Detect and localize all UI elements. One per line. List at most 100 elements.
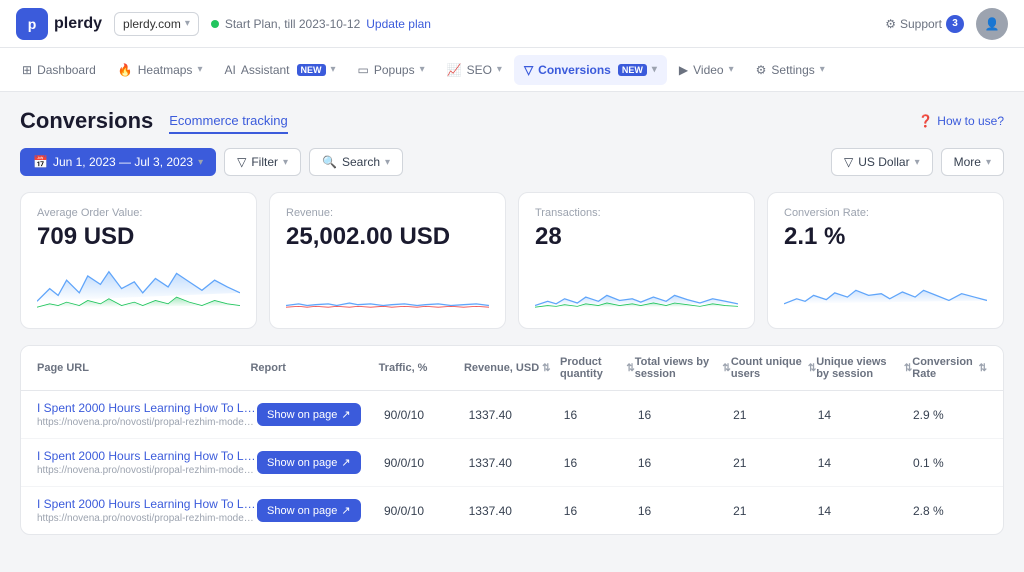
th-unique-users[interactable]: Count unique users ⇅ [731, 356, 816, 380]
topbar-right: ⚙ Support 3 👤 [885, 8, 1008, 40]
search-icon: 🔍 [322, 155, 337, 169]
product-qty-cell-1: 16 [564, 456, 638, 470]
external-link-icon-1: ↗ [341, 456, 350, 469]
main-content: Conversions Ecommerce tracking ❓ How to … [0, 92, 1024, 551]
filter-right-group: ▽ US Dollar ▾ More ▾ [831, 148, 1004, 176]
url-title-2[interactable]: I Spent 2000 Hours Learning How To Learn… [37, 497, 257, 511]
heatmaps-icon: 🔥 [118, 63, 133, 77]
stat-value-transactions: 28 [535, 223, 738, 251]
show-on-page-button-1[interactable]: Show on page ↗ [257, 451, 361, 474]
currency-icon: ▽ [844, 155, 853, 169]
search-button[interactable]: 🔍 Search ▾ [309, 148, 403, 176]
external-link-icon-2: ↗ [341, 504, 350, 517]
stat-label-transactions: Transactions: [535, 207, 738, 219]
settings-chevron-icon: ▾ [820, 64, 825, 75]
url-title-0[interactable]: I Spent 2000 Hours Learning How To Learn… [37, 401, 257, 415]
more-label: More [954, 155, 981, 169]
stat-value-aov: 709 USD [37, 223, 240, 251]
report-cell-0: Show on page ↗ [257, 403, 384, 426]
nav-label-seo: SEO [467, 63, 492, 77]
more-chevron-icon: ▾ [986, 157, 991, 168]
nav-item-conversions[interactable]: ▽ Conversions NEW ▾ [514, 55, 667, 85]
logo-text: plerdy [54, 15, 102, 33]
stat-card-revenue: Revenue: 25,002.00 USD [269, 192, 506, 329]
calendar-icon: 📅 [33, 155, 48, 169]
chart-revenue [286, 259, 489, 314]
nav-item-settings[interactable]: ⚙ Settings ▾ [746, 55, 835, 85]
page-tab-ecommerce[interactable]: Ecommerce tracking [169, 109, 287, 134]
product-qty-cell-0: 16 [564, 408, 638, 422]
th-revenue[interactable]: Revenue, USD ⇅ [464, 356, 560, 380]
more-button[interactable]: More ▾ [941, 148, 1004, 176]
date-range-button[interactable]: 📅 Jun 1, 2023 — Jul 3, 2023 ▾ [20, 148, 216, 176]
support-button[interactable]: ⚙ Support 3 [885, 15, 964, 33]
url-cell-1: I Spent 2000 Hours Learning How To Learn… [37, 449, 257, 476]
stat-card-aov: Average Order Value: 709 USD [20, 192, 257, 329]
assistant-new-badge: NEW [297, 64, 326, 76]
show-on-page-button-0[interactable]: Show on page ↗ [257, 403, 361, 426]
url-path-2: https://novena.pro/novosti/propal-rezhim… [37, 513, 257, 524]
th-revenue-label: Revenue, USD [464, 362, 539, 374]
th-conversion-rate-label: Conversion Rate [912, 356, 975, 380]
update-plan-link[interactable]: Update plan [366, 17, 431, 31]
stat-value-cr: 2.1 % [784, 223, 987, 251]
th-traffic-label: Traffic, % [379, 362, 428, 374]
conversions-chevron-icon: ▾ [652, 64, 657, 75]
page-header: Conversions Ecommerce tracking ❓ How to … [20, 108, 1004, 134]
th-total-views-label: Total views by session [635, 356, 720, 380]
table-header: Page URL Report Traffic, % Revenue, USD … [21, 346, 1003, 391]
stat-value-revenue: 25,002.00 USD [286, 223, 489, 251]
nav-item-assistant[interactable]: AI Assistant NEW ▾ [214, 55, 345, 85]
report-cell-1: Show on page ↗ [257, 451, 384, 474]
table-row: I Spent 2000 Hours Learning How To Learn… [21, 487, 1003, 534]
th-unique-views[interactable]: Unique views by session ⇅ [816, 356, 912, 380]
chart-cr [784, 259, 987, 314]
traffic-cell-2: 90/0/10 [384, 504, 469, 518]
stat-label-revenue: Revenue: [286, 207, 489, 219]
sort-icon-unique-users: ⇅ [808, 363, 816, 374]
nav: ⊞ Dashboard 🔥 Heatmaps ▾ AI Assistant NE… [0, 48, 1024, 92]
filter-icon: ▽ [237, 155, 246, 169]
sort-icon-unique-views: ⇅ [904, 363, 912, 374]
nav-item-dashboard[interactable]: ⊞ Dashboard [12, 55, 106, 85]
show-on-page-button-2[interactable]: Show on page ↗ [257, 499, 361, 522]
nav-item-popups[interactable]: ▭ Popups ▾ [348, 55, 435, 85]
stat-card-conversion-rate: Conversion Rate: 2.1 % [767, 192, 1004, 329]
filter-chevron-icon: ▾ [283, 157, 288, 168]
traffic-cell-0: 90/0/10 [384, 408, 469, 422]
support-icon: ⚙ [885, 17, 896, 31]
currency-chevron-icon: ▾ [915, 157, 920, 168]
table-row: I Spent 2000 Hours Learning How To Learn… [21, 439, 1003, 487]
avatar[interactable]: 👤 [976, 8, 1008, 40]
table-row: I Spent 2000 Hours Learning How To Learn… [21, 391, 1003, 439]
conversion-cell-1: 0.1 % [913, 456, 987, 470]
show-on-page-label-2: Show on page [267, 505, 337, 517]
total-views-cell-0: 16 [638, 408, 733, 422]
how-to-use-link[interactable]: ❓ How to use? [918, 114, 1004, 128]
th-total-views[interactable]: Total views by session ⇅ [635, 356, 731, 380]
seo-icon: 📈 [447, 63, 462, 77]
assistant-icon: AI [224, 63, 235, 77]
nav-item-video[interactable]: ▶ Video ▾ [669, 55, 744, 85]
nav-item-heatmaps[interactable]: 🔥 Heatmaps ▾ [108, 55, 213, 85]
th-report: Report [250, 356, 378, 380]
sort-icon-total-views: ⇅ [722, 363, 730, 374]
url-title-1[interactable]: I Spent 2000 Hours Learning How To Learn… [37, 449, 257, 463]
conversion-cell-0: 2.9 % [913, 408, 987, 422]
nav-item-seo[interactable]: 📈 SEO ▾ [437, 55, 512, 85]
chart-aov [37, 259, 240, 314]
revenue-cell-2: 1337.40 [469, 504, 564, 518]
th-page-url-label: Page URL [37, 362, 89, 374]
nav-label-heatmaps: Heatmaps [138, 63, 193, 77]
date-chevron-icon: ▾ [198, 157, 203, 168]
report-cell-2: Show on page ↗ [257, 499, 384, 522]
th-conversion-rate[interactable]: Conversion Rate ⇅ [912, 356, 987, 380]
currency-button[interactable]: ▽ US Dollar ▾ [831, 148, 933, 176]
stat-label-aov: Average Order Value: [37, 207, 240, 219]
filter-button[interactable]: ▽ Filter ▾ [224, 148, 301, 176]
popups-chevron-icon: ▾ [420, 64, 425, 75]
sort-icon-revenue: ⇅ [542, 363, 550, 374]
conversion-cell-2: 2.8 % [913, 504, 987, 518]
th-product-qty[interactable]: Product quantity ⇅ [560, 356, 635, 380]
domain-selector[interactable]: plerdy.com ▾ [114, 12, 199, 36]
